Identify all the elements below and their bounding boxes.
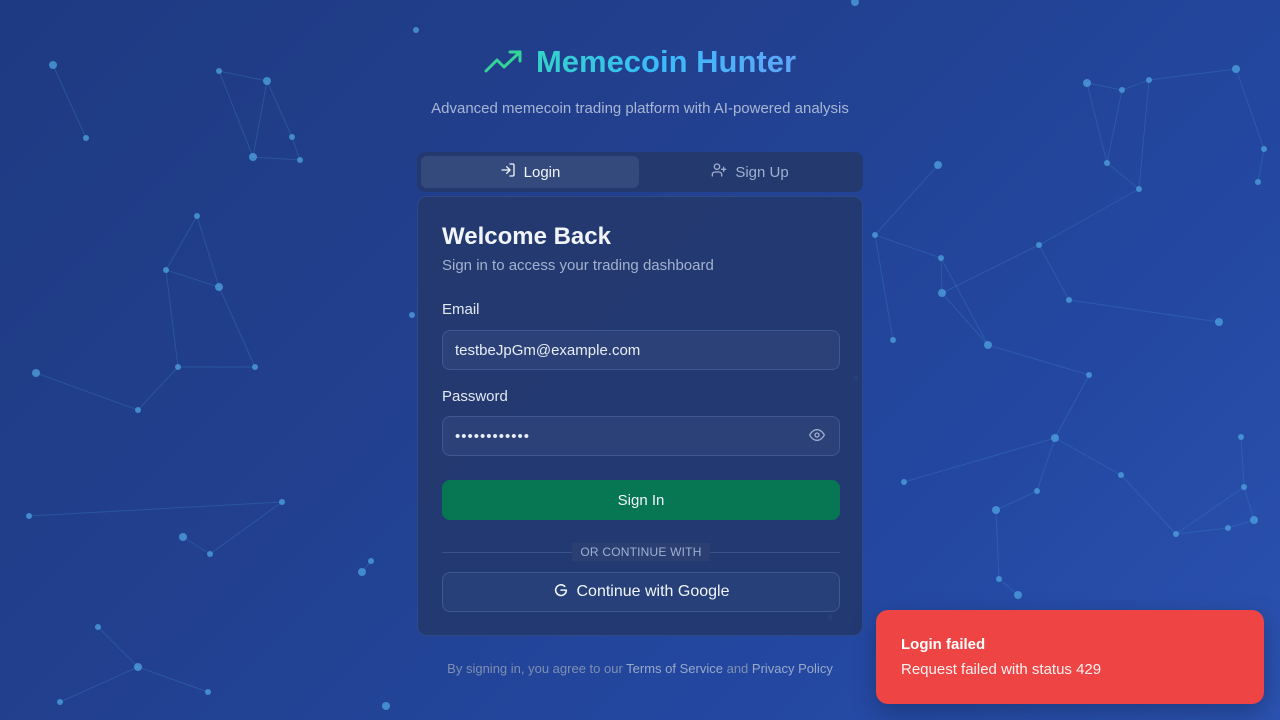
divider-text: OR CONTINUE WITH xyxy=(572,543,710,561)
tab-signup[interactable]: Sign Up xyxy=(641,156,859,188)
toast-title: Login failed xyxy=(901,636,986,653)
tab-login[interactable]: Login xyxy=(421,156,639,188)
privacy-link[interactable]: Privacy Policy xyxy=(752,661,833,676)
eye-icon[interactable] xyxy=(809,427,827,445)
auth-tabs: Login Sign Up xyxy=(417,152,863,192)
password-label: Password xyxy=(442,388,508,405)
error-toast[interactable]: Login failed Request failed with status … xyxy=(876,610,1264,704)
user-plus-icon xyxy=(711,162,727,182)
terms-link[interactable]: Terms of Service xyxy=(626,661,723,676)
card-title: Welcome Back xyxy=(442,223,611,250)
terms-and: and xyxy=(722,661,752,676)
toast-message: Request failed with status 429 xyxy=(901,661,1102,678)
trending-up-icon xyxy=(484,47,524,77)
password-field[interactable]: •••••••••••• xyxy=(442,416,840,456)
log-in-icon xyxy=(500,162,516,182)
google-button-label: Continue with Google xyxy=(576,583,730,600)
sign-in-button[interactable]: Sign In xyxy=(442,480,840,520)
card-description: Sign in to access your trading dashboard xyxy=(442,257,714,274)
email-label: Email xyxy=(442,301,480,318)
email-value: testbeJpGm@example.com xyxy=(455,341,641,359)
terms-prefix: By signing in, you agree to our xyxy=(447,661,627,676)
login-card: Welcome Back Sign in to access your trad… xyxy=(417,196,863,636)
app-header: Memecoin Hunter xyxy=(0,44,1280,80)
password-value: •••••••••••• xyxy=(455,427,531,445)
google-icon xyxy=(553,582,569,603)
google-signin-button[interactable]: Continue with Google xyxy=(442,572,840,612)
divider-wrapper: OR CONTINUE WITH xyxy=(418,543,864,561)
app-subtitle: Advanced memecoin trading platform with … xyxy=(431,100,849,117)
app-title: Memecoin Hunter xyxy=(535,44,797,79)
tab-login-label: Login xyxy=(523,163,561,181)
tab-signup-label: Sign Up xyxy=(735,163,789,181)
email-field[interactable]: testbeJpGm@example.com xyxy=(442,330,840,370)
